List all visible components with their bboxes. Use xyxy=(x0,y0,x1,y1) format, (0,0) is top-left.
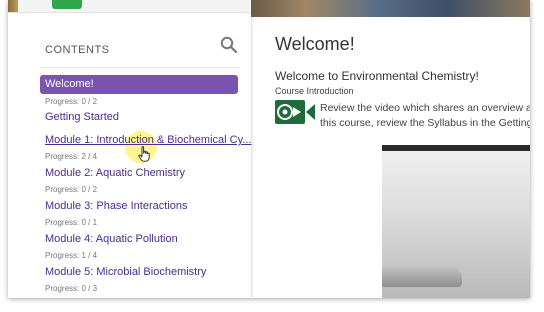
sidebar-item-welcome[interactable]: Welcome! xyxy=(40,75,238,94)
course-banner-image xyxy=(251,0,530,17)
video-player[interactable] xyxy=(382,145,530,298)
course-introduction-label: Course Introduction xyxy=(275,86,354,96)
progress-module-5: Progress: 0 / 3 xyxy=(45,284,98,293)
progress-module-4: Progress: 1 / 4 xyxy=(45,251,98,260)
laptop-image xyxy=(382,265,462,287)
course-thumbnail xyxy=(8,0,18,12)
sidebar-item-module-3[interactable]: Module 3: Phase Interactions xyxy=(45,200,187,212)
intro-line-2: this course, review the Syllabus in the … xyxy=(320,117,530,129)
progress-module-2: Progress: 0 / 2 xyxy=(45,185,98,194)
progress-module-3: Progress: 0 / 1 xyxy=(45,218,98,227)
sidebar-item-module-1[interactable]: Module 1: Introduction & Biochemical Cy.… xyxy=(45,134,251,146)
sidebar-item-getting-started[interactable]: Getting Started xyxy=(45,111,119,123)
video-camera-icon xyxy=(275,100,315,124)
page-title: Welcome! xyxy=(275,34,355,54)
progress-welcome: Progress: 0 / 2 xyxy=(45,97,98,106)
progress-module-1: Progress: 2 / 4 xyxy=(45,152,98,161)
intro-line-1: Review the video which shares an overvie… xyxy=(320,102,530,114)
sidebar-top-strip xyxy=(8,0,251,13)
contents-heading: CONTENTS xyxy=(45,44,110,56)
sidebar-item-module-2[interactable]: Module 2: Aquatic Chemistry xyxy=(45,167,185,179)
video-top-bar xyxy=(382,145,530,151)
sidebar-item-module-4[interactable]: Module 4: Aquatic Pollution xyxy=(45,233,178,245)
app-frame: CONTENTS Welcome! Progress: 0 / 2 Gettin… xyxy=(8,0,530,298)
contents-sidebar: CONTENTS Welcome! Progress: 0 / 2 Gettin… xyxy=(8,0,251,298)
sidebar-item-module-5[interactable]: Module 5: Microbial Biochemistry xyxy=(45,266,206,278)
status-badge xyxy=(52,0,82,9)
search-icon[interactable] xyxy=(220,36,238,54)
hand-pointer-icon xyxy=(138,146,150,162)
intro-paragraph: Review the video which shares an overvie… xyxy=(320,101,530,131)
sidebar-divider xyxy=(40,67,240,68)
welcome-heading: Welcome to Environmental Chemistry! xyxy=(275,69,479,83)
